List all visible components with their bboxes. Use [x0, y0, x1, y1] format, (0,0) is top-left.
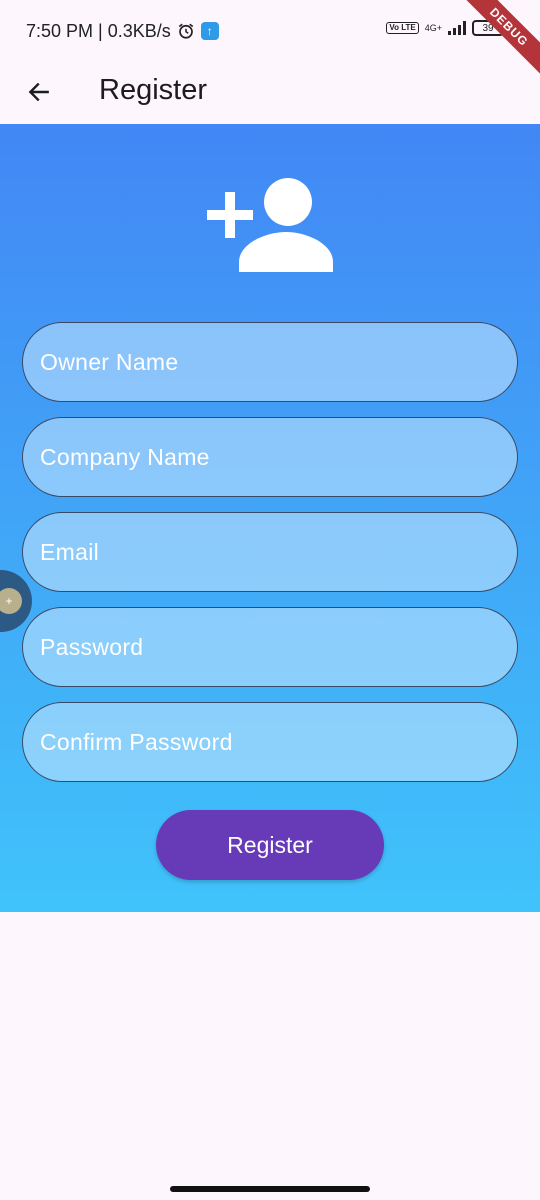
- status-time: 7:50 PM | 0.3KB/s: [26, 20, 171, 41]
- person-add-icon: [207, 178, 333, 272]
- confirm-password-field[interactable]: Confirm Password: [22, 702, 518, 782]
- company-name-field[interactable]: Company Name: [22, 417, 518, 497]
- alarm-clock-icon: [178, 23, 193, 39]
- status-bar: 7:50 PM | 0.3KB/s ↑ Vo LTE 4G+ 39: [0, 0, 540, 62]
- status-right: Vo LTE 4G+ 39: [386, 20, 504, 36]
- password-field[interactable]: Password: [22, 607, 518, 687]
- network-type: 4G+: [424, 22, 442, 33]
- owner-name-field[interactable]: Owner Name: [22, 322, 518, 402]
- page-title: Register: [99, 74, 207, 106]
- company-name-label: Company Name: [40, 443, 210, 470]
- arrow-back-icon: [28, 82, 49, 102]
- signal-icon: [448, 21, 466, 35]
- email-field[interactable]: Email: [22, 512, 518, 592]
- app-bar: Register: [0, 62, 540, 124]
- assistant-icon: +: [0, 588, 22, 614]
- owner-name-label: Owner Name: [40, 348, 179, 375]
- confirm-password-label: Confirm Password: [40, 728, 233, 755]
- gesture-nav-handle[interactable]: [170, 1186, 370, 1192]
- back-button[interactable]: [22, 70, 56, 114]
- upload-arrow-icon: ↑: [200, 22, 219, 40]
- password-label: Password: [40, 633, 144, 660]
- register-button[interactable]: Register: [156, 810, 384, 880]
- status-left: 7:50 PM | 0.3KB/s ↑: [26, 21, 219, 42]
- volte-icon: Vo LTE: [386, 22, 419, 34]
- email-label: Email: [40, 538, 100, 565]
